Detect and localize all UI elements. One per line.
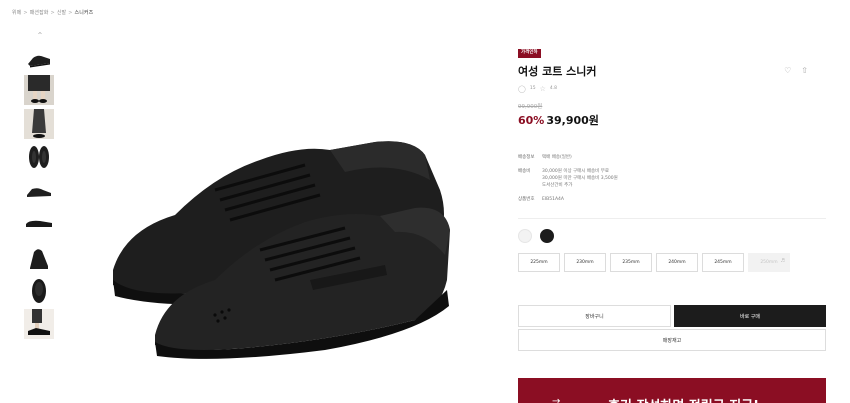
thumbnail[interactable] [24, 42, 54, 72]
product-title: 여성 코트 스니커 [518, 64, 597, 78]
purchase-buttons: 장바구니 바로 구매 [518, 305, 826, 328]
share-icon[interactable]: ⇧ [801, 66, 808, 75]
breadcrumb-item[interactable]: 위메 [12, 10, 21, 16]
buy-now-button[interactable]: 바로 구매 [674, 305, 826, 328]
thumbnail[interactable] [24, 309, 54, 340]
review-reward-banner[interactable]: → 후기 작성하면 적립금 지급! [518, 378, 826, 403]
discount-percent: 60% [518, 113, 545, 127]
add-to-cart-button[interactable]: 장바구니 [518, 305, 671, 328]
title-actions: ♡ ⇧ [784, 66, 808, 75]
review-meta: ◯ 15 ☆ 4.8 [518, 85, 826, 93]
detail-row-product-number: 상품번호 EIB51A4A [518, 196, 826, 203]
thumbnail[interactable] [24, 175, 54, 206]
title-row: 여성 코트 스니커 ♡ ⇧ [518, 63, 826, 79]
chevron-up-icon[interactable]: ⌃ [24, 28, 56, 42]
heart-icon[interactable]: ♡ [784, 66, 791, 75]
detail-key: 상품번호 [518, 197, 535, 203]
rating-value: 4.8 [549, 86, 558, 91]
color-swatch-white[interactable] [518, 229, 532, 244]
detail-row-shipping-info: 배송정보 택배 배송(일반) [518, 154, 826, 161]
sale-price-row: 60% 39,900원 [518, 112, 826, 128]
review-count[interactable]: 15 [530, 86, 536, 91]
size-option[interactable]: 245mm [702, 253, 744, 273]
banner-text: 후기 작성하면 적립금 지급! [608, 395, 759, 403]
store-stock-button[interactable]: 매장재고 [518, 329, 826, 352]
product-main-image [95, 120, 455, 365]
star-icon: ☆ [539, 84, 546, 93]
thumbnail[interactable] [24, 242, 54, 273]
detail-key: 배송비 [518, 168, 531, 174]
color-swatches [518, 229, 826, 244]
breadcrumb-current: 스니커즈 [74, 10, 94, 16]
detail-value: EIB51A4A [542, 197, 565, 203]
breadcrumb-item[interactable]: 패션잡화 [30, 10, 49, 16]
detail-row-shipping-fee: 배송비 30,000원 이상 구매시 배송비 무료 30,000원 미만 구매시… [518, 168, 826, 190]
size-label: 250mm [760, 260, 778, 266]
breadcrumb: 위메 > 패션잡화 > 신발 > 스니커즈 [12, 10, 94, 16]
comment-icon: ◯ [518, 84, 526, 93]
product-details: 배송정보 택배 배송(일반) 배송비 30,000원 이상 구매시 배송비 무료… [518, 154, 826, 220]
size-option[interactable]: 240mm [656, 253, 698, 273]
sale-price: 39,900원 [546, 113, 599, 127]
detail-value: 30,000원 이상 구매시 배송비 무료 30,000원 미만 구매시 배송비… [542, 168, 618, 189]
thumbnail[interactable] [24, 75, 54, 106]
breadcrumb-item[interactable]: 신발 [57, 10, 66, 16]
detail-value: 택배 배송(일반) [542, 154, 572, 160]
thumbnail[interactable] [24, 108, 54, 139]
color-swatch-black[interactable] [540, 229, 554, 244]
size-options: 225mm 230mm 235mm 240mm 245mm 250mm ♬ [518, 253, 826, 273]
thumbnail[interactable] [24, 275, 54, 306]
size-option[interactable]: 225mm [518, 253, 560, 273]
price-cut-badge: 가격인하 [518, 49, 541, 58]
original-price: 99,900원 [518, 103, 543, 110]
size-option-soldout[interactable]: 250mm ♬ [748, 253, 790, 273]
bell-icon: ♬ [780, 258, 785, 265]
size-option[interactable]: 235mm [610, 253, 652, 273]
arrow-icon: → [552, 396, 561, 403]
size-option[interactable]: 230mm [564, 253, 606, 273]
product-info-panel: 가격인하 여성 코트 스니커 ♡ ⇧ ◯ 15 ☆ 4.8 99,900원 60… [518, 38, 826, 352]
detail-key: 배송정보 [518, 154, 535, 160]
thumbnail-list: ⌃ [24, 28, 56, 343]
thumbnail[interactable] [24, 208, 54, 239]
thumbnail[interactable] [24, 142, 54, 173]
